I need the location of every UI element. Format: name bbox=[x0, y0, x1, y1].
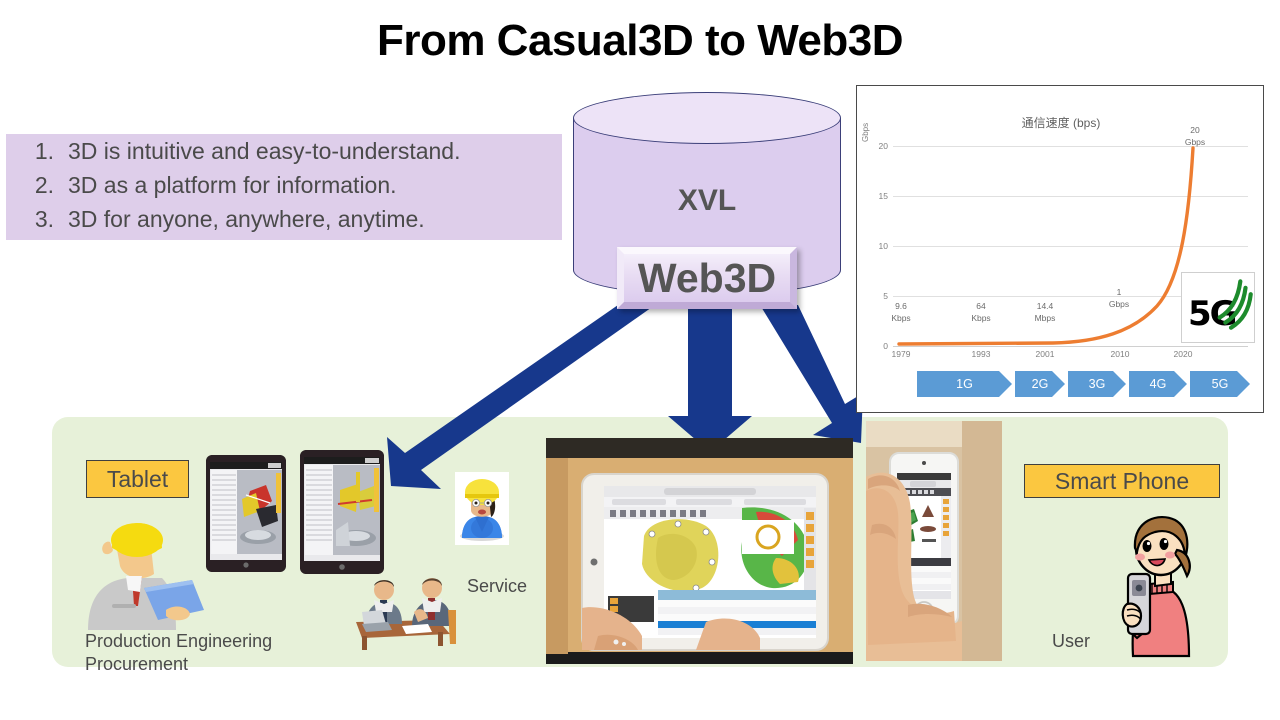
engineer-icon bbox=[88, 523, 204, 630]
caption-production-engineering: Production Engineering Procurement bbox=[85, 631, 273, 674]
data-label: 20 Gbps bbox=[1184, 125, 1206, 147]
y-tick: 15 bbox=[878, 191, 888, 201]
slide-canvas: From Casual3D to Web3D 1. 3D is intuitiv… bbox=[0, 0, 1280, 720]
tablet-cad-screenshot-2 bbox=[300, 450, 384, 574]
communication-speed-chart: 通信速度 (bps) Gbps 20 15 10 5 0 1979 1993 2… bbox=[856, 85, 1264, 413]
y-tick: 20 bbox=[878, 141, 888, 151]
tablet-cad-screenshot-1 bbox=[206, 455, 286, 572]
service-worker-icon bbox=[455, 472, 509, 545]
smartphone-photo-image bbox=[866, 421, 1002, 661]
service-worker-avatar bbox=[455, 472, 509, 545]
engineer-illustration bbox=[70, 518, 215, 630]
caption-user: User bbox=[1052, 631, 1091, 651]
generation-band: 1G 2G 3G 4G 5G bbox=[917, 371, 1247, 397]
chart-y-axis-label: Gbps bbox=[861, 122, 870, 142]
generation-2g: 2G bbox=[1015, 371, 1065, 397]
generation-5g: 5G bbox=[1190, 371, 1250, 397]
tablet-photo-image bbox=[546, 438, 853, 664]
tablet-1-screen bbox=[206, 455, 286, 572]
arrow-down-right bbox=[760, 305, 863, 443]
generation-3g: 3G bbox=[1068, 371, 1126, 397]
5g-wifi-arcs-icon bbox=[1217, 279, 1253, 330]
tablet-photo bbox=[546, 438, 853, 664]
arrow-down bbox=[668, 305, 752, 452]
x-tick: 1993 bbox=[971, 349, 991, 359]
smartphone-photo bbox=[866, 421, 1002, 661]
web3d-plate: Web3D bbox=[617, 247, 797, 309]
badge-smart-phone: Smart Phone bbox=[1024, 464, 1220, 498]
x-tick: 2010 bbox=[1110, 349, 1130, 359]
generation-1g: 1G bbox=[917, 371, 1012, 397]
tablet-2-screen bbox=[300, 450, 384, 574]
generation-4g: 4G bbox=[1129, 371, 1187, 397]
caption-service: Service bbox=[467, 576, 528, 596]
web3d-label: Web3D bbox=[637, 254, 777, 301]
meeting-icon bbox=[356, 578, 456, 650]
user-icon bbox=[1121, 515, 1191, 658]
x-tick: 1979 bbox=[891, 349, 911, 359]
badge-tablet: Tablet bbox=[86, 460, 189, 498]
5g-logo: 5G bbox=[1181, 272, 1255, 343]
y-tick: 0 bbox=[883, 341, 888, 351]
y-tick: 5 bbox=[883, 291, 888, 301]
meeting-illustration bbox=[352, 568, 460, 650]
y-tick: 10 bbox=[878, 241, 888, 251]
x-tick: 2020 bbox=[1173, 349, 1193, 359]
chart-x-axis bbox=[893, 346, 1248, 347]
user-illustration bbox=[1115, 508, 1205, 658]
x-tick: 2001 bbox=[1035, 349, 1055, 359]
